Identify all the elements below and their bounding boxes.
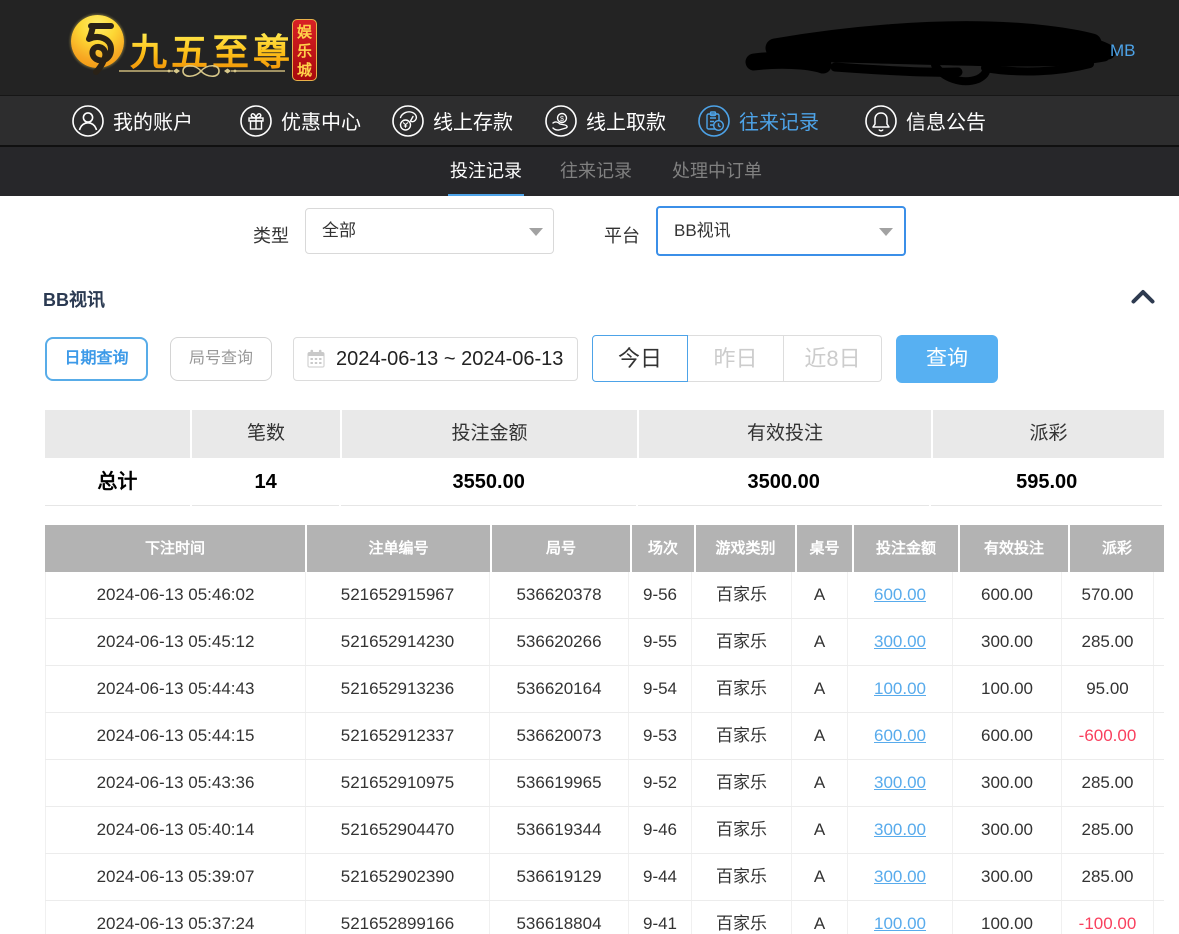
svg-text:$: $ — [560, 116, 564, 123]
